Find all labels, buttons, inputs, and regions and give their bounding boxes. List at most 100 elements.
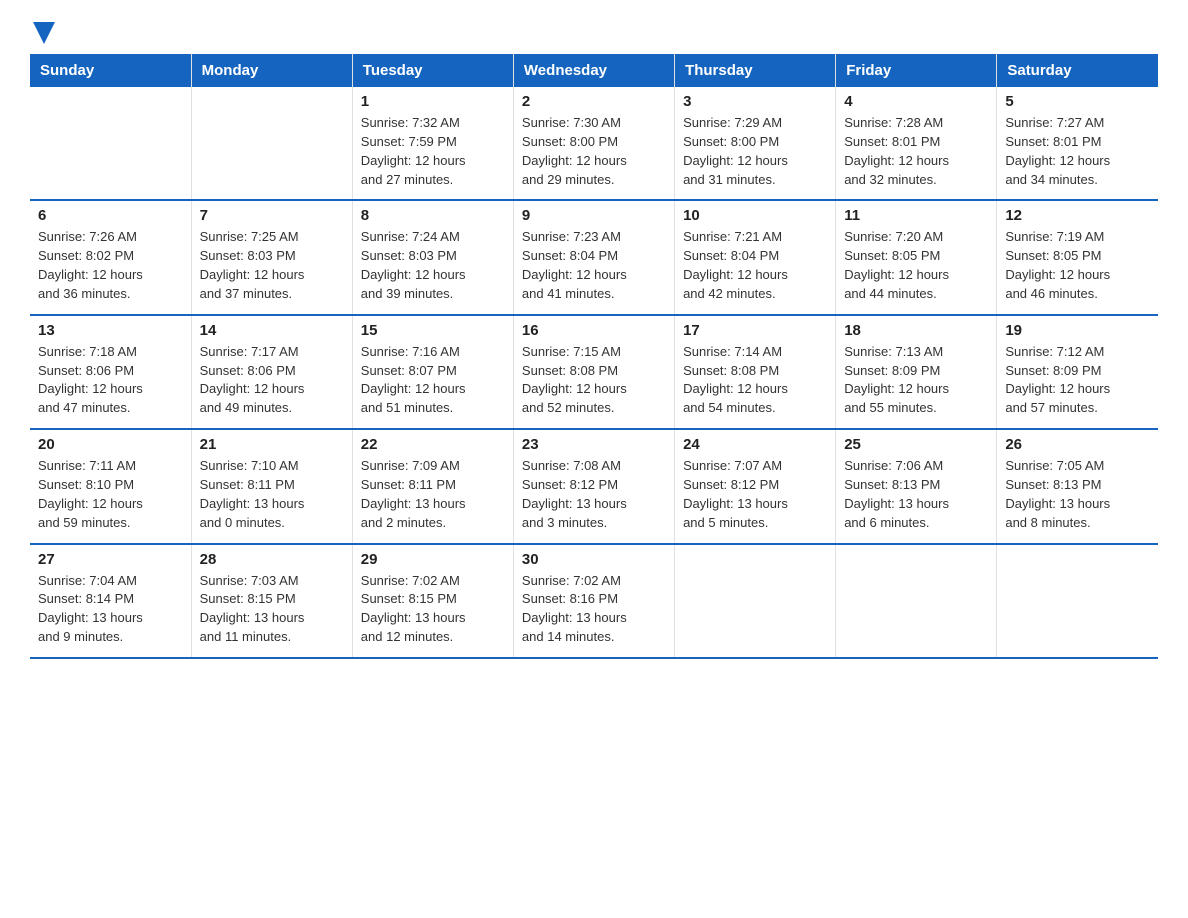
- day-info: Sunrise: 7:05 AMSunset: 8:13 PMDaylight:…: [1005, 457, 1150, 532]
- day-info: Sunrise: 7:10 AMSunset: 8:11 PMDaylight:…: [200, 457, 344, 532]
- header-wednesday: Wednesday: [513, 54, 674, 87]
- day-info: Sunrise: 7:07 AMSunset: 8:12 PMDaylight:…: [683, 457, 827, 532]
- logo-triangle-icon: [33, 22, 55, 44]
- calendar-cell: 3 Sunrise: 7:29 AMSunset: 8:00 PMDaylight…: [675, 87, 836, 200]
- day-info: Sunrise: 7:17 AMSunset: 8:06 PMDaylight:…: [200, 343, 344, 418]
- day-number: 15: [361, 322, 505, 339]
- calendar-cell: 18Sunrise: 7:13 AMSunset: 8:09 PMDayligh…: [836, 315, 997, 429]
- day-number: 7: [200, 207, 344, 224]
- day-number: 1: [361, 93, 505, 110]
- calendar-cell: [997, 544, 1158, 658]
- day-number: 4: [844, 93, 988, 110]
- header-friday: Friday: [836, 54, 997, 87]
- day-number: 23: [522, 436, 666, 453]
- calendar-cell: 30 Sunrise: 7:02 AMSunset: 8:16 PMDayligh…: [513, 544, 674, 658]
- calendar-cell: 25 Sunrise: 7:06 AMSunset: 8:13 PMDayligh…: [836, 429, 997, 543]
- header-saturday: Saturday: [997, 54, 1158, 87]
- calendar-cell: 10 Sunrise: 7:21 AMSunset: 8:04 PMDayligh…: [675, 200, 836, 314]
- day-info: Sunrise: 7:32 AMSunset: 7:59 PMDaylight:…: [361, 114, 505, 189]
- day-info: Sunrise: 7:06 AMSunset: 8:13 PMDaylight:…: [844, 457, 988, 532]
- day-number: 9: [522, 207, 666, 224]
- calendar-cell: [191, 87, 352, 200]
- calendar-cell: 12 Sunrise: 7:19 AMSunset: 8:05 PMDayligh…: [997, 200, 1158, 314]
- day-number: 30: [522, 551, 666, 568]
- day-info: Sunrise: 7:08 AMSunset: 8:12 PMDaylight:…: [522, 457, 666, 532]
- calendar-cell: 13 Sunrise: 7:18 AMSunset: 8:06 PMDayligh…: [30, 315, 191, 429]
- day-number: 14: [200, 322, 344, 339]
- calendar-cell: 2 Sunrise: 7:30 AMSunset: 8:00 PMDaylight…: [513, 87, 674, 200]
- day-number: 8: [361, 207, 505, 224]
- day-info: Sunrise: 7:27 AMSunset: 8:01 PMDaylight:…: [1005, 114, 1150, 189]
- day-number: 29: [361, 551, 505, 568]
- calendar-cell: 7 Sunrise: 7:25 AMSunset: 8:03 PMDaylight…: [191, 200, 352, 314]
- day-number: 25: [844, 436, 988, 453]
- day-number: 13: [38, 322, 183, 339]
- header-sunday: Sunday: [30, 54, 191, 87]
- calendar-cell: 5 Sunrise: 7:27 AMSunset: 8:01 PMDaylight…: [997, 87, 1158, 200]
- day-number: 19: [1005, 322, 1150, 339]
- day-info: Sunrise: 7:21 AMSunset: 8:04 PMDaylight:…: [683, 228, 827, 303]
- day-info: Sunrise: 7:11 AMSunset: 8:10 PMDaylight:…: [38, 457, 183, 532]
- calendar-cell: 27 Sunrise: 7:04 AMSunset: 8:14 PMDayligh…: [30, 544, 191, 658]
- calendar-cell: 23 Sunrise: 7:08 AMSunset: 8:12 PMDayligh…: [513, 429, 674, 543]
- day-info: Sunrise: 7:03 AMSunset: 8:15 PMDaylight:…: [200, 572, 344, 647]
- day-info: Sunrise: 7:26 AMSunset: 8:02 PMDaylight:…: [38, 228, 183, 303]
- calendar-cell: 6 Sunrise: 7:26 AMSunset: 8:02 PMDaylight…: [30, 200, 191, 314]
- logo: [30, 20, 55, 44]
- day-info: Sunrise: 7:15 AMSunset: 8:08 PMDaylight:…: [522, 343, 666, 418]
- calendar-cell: 4 Sunrise: 7:28 AMSunset: 8:01 PMDaylight…: [836, 87, 997, 200]
- calendar-week-row: 20Sunrise: 7:11 AMSunset: 8:10 PMDayligh…: [30, 429, 1158, 543]
- calendar-week-row: 27 Sunrise: 7:04 AMSunset: 8:14 PMDayligh…: [30, 544, 1158, 658]
- calendar-cell: 16 Sunrise: 7:15 AMSunset: 8:08 PMDayligh…: [513, 315, 674, 429]
- day-info: Sunrise: 7:25 AMSunset: 8:03 PMDaylight:…: [200, 228, 344, 303]
- day-info: Sunrise: 7:24 AMSunset: 8:03 PMDaylight:…: [361, 228, 505, 303]
- day-number: 22: [361, 436, 505, 453]
- calendar-cell: 14 Sunrise: 7:17 AMSunset: 8:06 PMDayligh…: [191, 315, 352, 429]
- day-number: 24: [683, 436, 827, 453]
- calendar-cell: 29Sunrise: 7:02 AMSunset: 8:15 PMDayligh…: [352, 544, 513, 658]
- calendar-week-row: 6 Sunrise: 7:26 AMSunset: 8:02 PMDaylight…: [30, 200, 1158, 314]
- day-number: 3: [683, 93, 827, 110]
- day-info: Sunrise: 7:12 AMSunset: 8:09 PMDaylight:…: [1005, 343, 1150, 418]
- calendar-cell: 11Sunrise: 7:20 AMSunset: 8:05 PMDayligh…: [836, 200, 997, 314]
- day-info: Sunrise: 7:09 AMSunset: 8:11 PMDaylight:…: [361, 457, 505, 532]
- day-number: 6: [38, 207, 183, 224]
- day-number: 16: [522, 322, 666, 339]
- calendar-cell: 9 Sunrise: 7:23 AMSunset: 8:04 PMDaylight…: [513, 200, 674, 314]
- day-info: Sunrise: 7:14 AMSunset: 8:08 PMDaylight:…: [683, 343, 827, 418]
- day-info: Sunrise: 7:30 AMSunset: 8:00 PMDaylight:…: [522, 114, 666, 189]
- day-number: 10: [683, 207, 827, 224]
- day-info: Sunrise: 7:29 AMSunset: 8:00 PMDaylight:…: [683, 114, 827, 189]
- calendar-cell: [675, 544, 836, 658]
- day-info: Sunrise: 7:18 AMSunset: 8:06 PMDaylight:…: [38, 343, 183, 418]
- day-number: 5: [1005, 93, 1150, 110]
- day-info: Sunrise: 7:13 AMSunset: 8:09 PMDaylight:…: [844, 343, 988, 418]
- calendar-cell: 8 Sunrise: 7:24 AMSunset: 8:03 PMDaylight…: [352, 200, 513, 314]
- day-info: Sunrise: 7:02 AMSunset: 8:16 PMDaylight:…: [522, 572, 666, 647]
- day-info: Sunrise: 7:23 AMSunset: 8:04 PMDaylight:…: [522, 228, 666, 303]
- day-info: Sunrise: 7:28 AMSunset: 8:01 PMDaylight:…: [844, 114, 988, 189]
- day-number: 17: [683, 322, 827, 339]
- calendar-cell: [836, 544, 997, 658]
- day-info: Sunrise: 7:19 AMSunset: 8:05 PMDaylight:…: [1005, 228, 1150, 303]
- day-info: Sunrise: 7:20 AMSunset: 8:05 PMDaylight:…: [844, 228, 988, 303]
- day-number: 27: [38, 551, 183, 568]
- day-number: 21: [200, 436, 344, 453]
- calendar-table: SundayMondayTuesdayWednesdayThursdayFrid…: [30, 54, 1158, 659]
- day-number: 2: [522, 93, 666, 110]
- day-number: 26: [1005, 436, 1150, 453]
- header-tuesday: Tuesday: [352, 54, 513, 87]
- calendar-cell: 22 Sunrise: 7:09 AMSunset: 8:11 PMDayligh…: [352, 429, 513, 543]
- calendar-cell: 26 Sunrise: 7:05 AMSunset: 8:13 PMDayligh…: [997, 429, 1158, 543]
- header-monday: Monday: [191, 54, 352, 87]
- calendar-cell: 20Sunrise: 7:11 AMSunset: 8:10 PMDayligh…: [30, 429, 191, 543]
- calendar-header-row: SundayMondayTuesdayWednesdayThursdayFrid…: [30, 54, 1158, 87]
- calendar-cell: 24 Sunrise: 7:07 AMSunset: 8:12 PMDayligh…: [675, 429, 836, 543]
- calendar-cell: 28Sunrise: 7:03 AMSunset: 8:15 PMDayligh…: [191, 544, 352, 658]
- day-info: Sunrise: 7:04 AMSunset: 8:14 PMDaylight:…: [38, 572, 183, 647]
- calendar-week-row: 13 Sunrise: 7:18 AMSunset: 8:06 PMDayligh…: [30, 315, 1158, 429]
- day-number: 12: [1005, 207, 1150, 224]
- day-info: Sunrise: 7:16 AMSunset: 8:07 PMDaylight:…: [361, 343, 505, 418]
- calendar-cell: 21 Sunrise: 7:10 AMSunset: 8:11 PMDayligh…: [191, 429, 352, 543]
- calendar-cell: 1 Sunrise: 7:32 AMSunset: 7:59 PMDaylight…: [352, 87, 513, 200]
